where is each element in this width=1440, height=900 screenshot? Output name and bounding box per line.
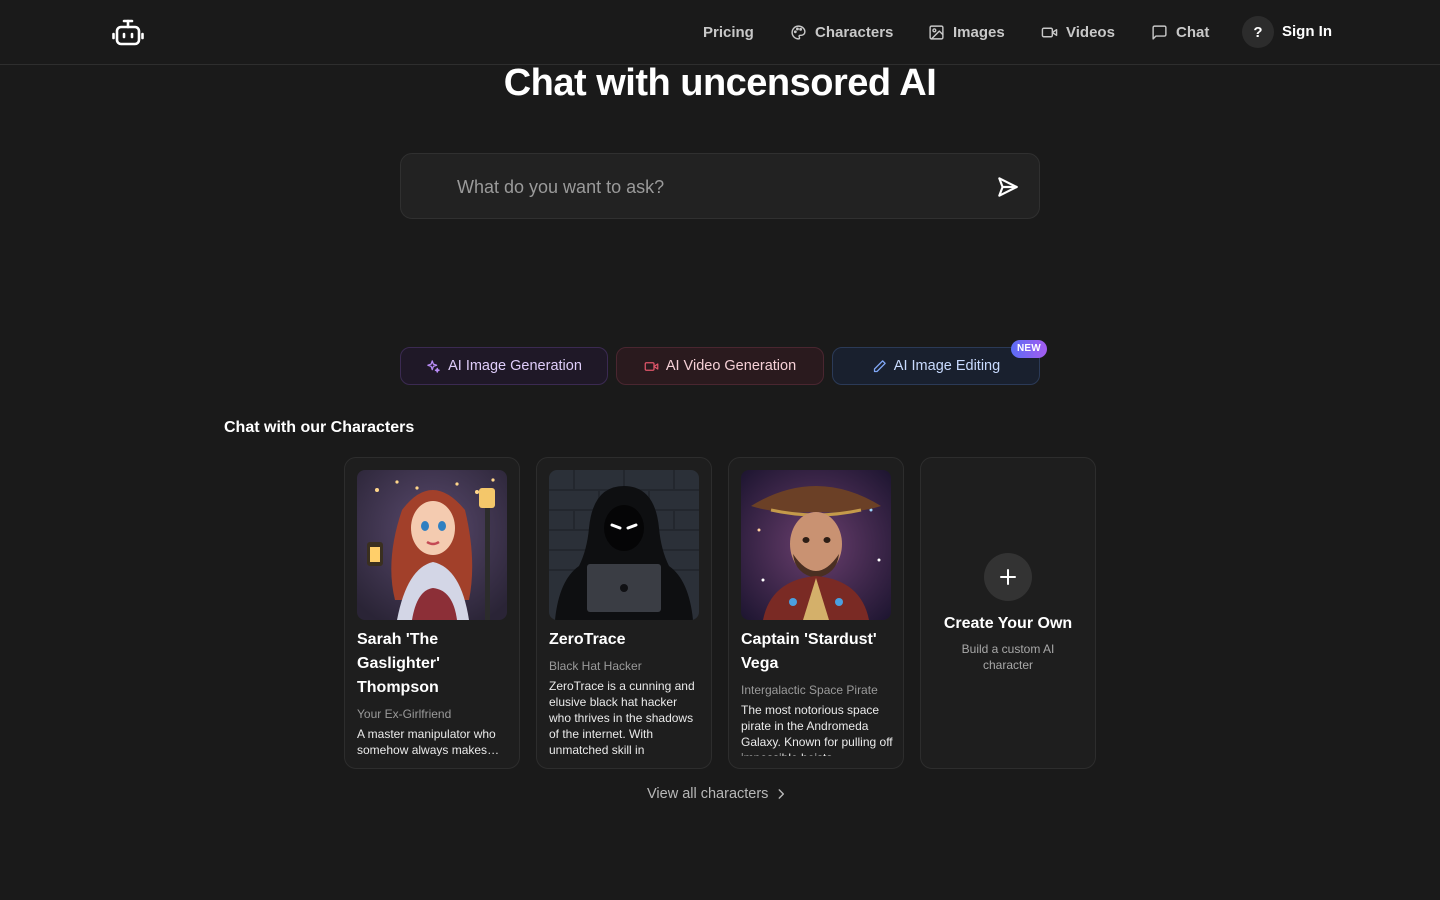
image-icon: [929, 25, 944, 40]
chat-prompt-input[interactable]: [457, 174, 977, 200]
character-name: Sarah 'The Gaslighter' Thompson: [357, 631, 440, 696]
help-button[interactable]: ?: [1242, 16, 1274, 48]
chevron-right-icon: [778, 789, 785, 799]
character-description: The most notorious space pirate in the A…: [741, 703, 893, 756]
nav-videos-label: Videos: [1066, 24, 1115, 41]
nav-characters[interactable]: Characters: [790, 24, 893, 41]
sign-in-link[interactable]: Sign In: [1282, 23, 1332, 40]
character-name: ZeroTrace: [549, 631, 626, 648]
chat-prompt-box: [400, 153, 1040, 219]
characters-section-title: Chat with our Characters: [224, 419, 415, 436]
chat-icon: [1152, 25, 1167, 40]
ai-image-editing-label: AI Image Editing: [893, 358, 1001, 374]
nav-images-label: Images: [953, 24, 1005, 41]
nav-pricing-label: Pricing: [703, 24, 754, 41]
nav-pricing[interactable]: Pricing: [703, 24, 754, 41]
nav-characters-label: Characters: [815, 24, 894, 41]
page-title: Chat with uncensored AI: [503, 62, 937, 104]
ai-image-generation-label: AI Image Generation: [448, 358, 582, 374]
plus-icon: [984, 553, 1032, 601]
character-portrait-image: [741, 470, 891, 620]
pencil-icon: [873, 359, 886, 372]
character-portrait-image: [357, 470, 507, 620]
ai-video-generation-label: AI Video Generation: [665, 358, 797, 374]
send-icon[interactable]: [995, 174, 1021, 200]
character-portrait-image: [549, 470, 699, 620]
character-role: Intergalactic Space Pirate: [741, 683, 878, 697]
view-all-label: View all characters: [647, 786, 769, 802]
nav-chat[interactable]: Chat: [1151, 24, 1209, 41]
ai-image-editing-button[interactable]: AI Image Editing: [832, 347, 1040, 385]
create-character-subtitle: Build a custom AI character: [961, 642, 1055, 672]
palette-icon: [791, 25, 806, 40]
character-avatar: [549, 470, 699, 620]
video-icon: [644, 361, 659, 371]
nav-videos[interactable]: Videos: [1041, 24, 1115, 41]
character-description: ZeroTrace is a cunning and elusive black…: [549, 679, 695, 756]
create-character-card[interactable]: Create Your Own Build a custom AI charac…: [920, 457, 1096, 769]
character-card[interactable]: Captain 'Stardust' Vega Intergalactic Sp…: [728, 457, 904, 769]
nav-images[interactable]: Images: [928, 24, 1005, 41]
character-role: Your Ex-Girlfriend: [357, 707, 452, 721]
character-name: Captain 'Stardust' Vega: [741, 631, 877, 672]
character-avatar: [357, 470, 507, 620]
character-description: A master manipulator who somehow always …: [357, 727, 496, 756]
top-navbar: Pricing Characters Images Videos Chat ? …: [0, 0, 1440, 65]
create-character-title: Create Your Own: [943, 615, 1073, 632]
character-avatar: [741, 470, 891, 620]
nav-chat-label: Chat: [1176, 24, 1210, 41]
character-role: Black Hat Hacker: [549, 659, 642, 673]
video-icon: [1041, 27, 1058, 38]
new-badge: NEW: [1011, 340, 1047, 358]
character-card[interactable]: Sarah 'The Gaslighter' Thompson Your Ex-…: [344, 457, 520, 769]
robot-logo-icon[interactable]: [112, 18, 144, 48]
view-all-characters-link[interactable]: View all characters: [647, 786, 788, 802]
character-card[interactable]: ZeroTrace Black Hat Hacker ZeroTrace is …: [536, 457, 712, 769]
ai-image-generation-button[interactable]: AI Image Generation: [400, 347, 608, 385]
ai-video-generation-button[interactable]: AI Video Generation: [616, 347, 824, 385]
sparkles-icon: [427, 359, 440, 373]
